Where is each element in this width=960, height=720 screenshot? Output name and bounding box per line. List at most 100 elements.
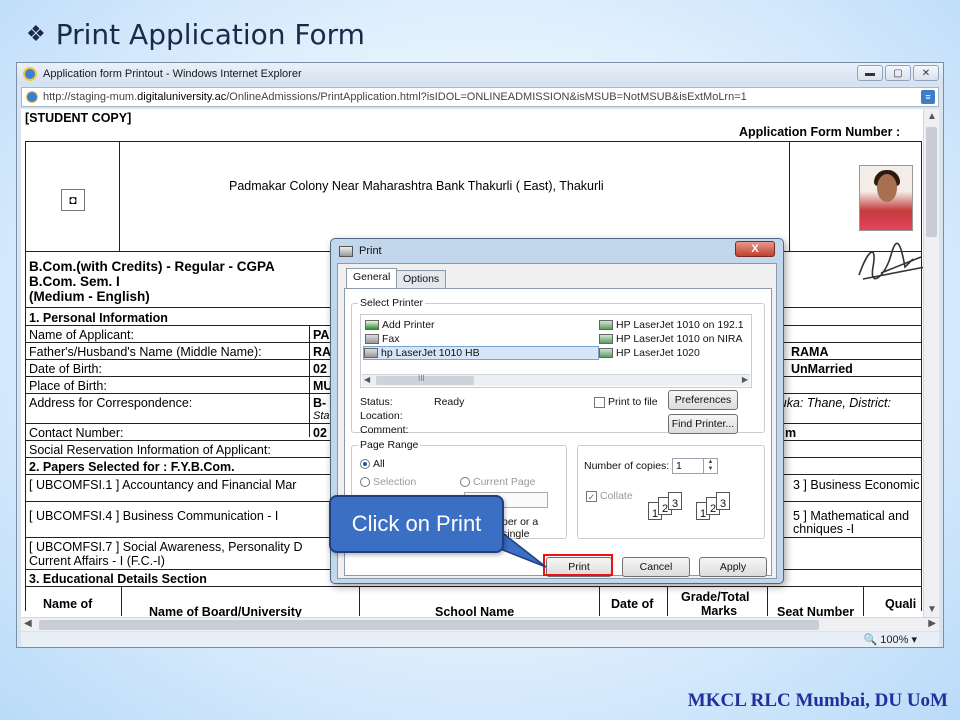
window-title: Application form Printout - Windows Inte… <box>43 68 302 80</box>
paper-row-2-right: 5 ] Mathematical and <box>793 509 910 523</box>
course-line2: B.Com. Sem. I <box>29 274 120 289</box>
paper-row-3-cont: Current Affairs - I (F.C.-I) <box>29 554 165 568</box>
collate-checkbox[interactable]: ✓ Collate <box>586 490 633 502</box>
comment-label: Comment: <box>360 424 409 436</box>
row-father-label: Father's/Husband's Name (Middle Name): <box>29 345 262 359</box>
list-scroll-left-icon[interactable]: ◀ <box>364 375 370 384</box>
select-printer-group: Select Printer Add Printer Fax hp LaserJ… <box>351 297 765 436</box>
scroll-up-icon[interactable]: ▲ <box>927 111 937 122</box>
location-label: Location: <box>360 410 403 422</box>
range-selection-radio[interactable]: Selection <box>360 476 416 488</box>
paper-row-3: [ UBCOMFSI.7 ] Social Awareness, Persona… <box>29 540 303 554</box>
page-range-label: Page Range <box>358 439 421 451</box>
range-all-radio[interactable]: All <box>360 458 385 470</box>
printer-item-add[interactable]: Add Printer <box>365 319 435 331</box>
row-contact-right: m <box>785 426 797 440</box>
status-bar: 🔍 100% ▾ <box>21 632 939 647</box>
printer-icon <box>339 245 353 257</box>
printer-item-hp1010-ip[interactable]: HP LaserJet 1010 on 192.1 <box>599 319 744 331</box>
window-controls: ▬ ▢ ✕ <box>857 65 939 81</box>
row-father-right: RAMA <box>791 345 829 359</box>
social-reservation-label: Social Reservation Information of Applic… <box>29 443 271 457</box>
slide-title-text: Print Application Form <box>55 17 365 51</box>
cancel-button[interactable]: Cancel <box>622 557 690 577</box>
copies-spinner-icon[interactable]: ▲ ▼ <box>703 459 717 473</box>
range-current-page-radio[interactable]: Current Page <box>460 476 535 488</box>
edu-header-seat: Seat Number <box>777 605 855 617</box>
row-pob-label: Place of Birth: <box>29 379 107 393</box>
copies-group: Number of copies: 1 ▲ ▼ ✓ Collate 1 2 3 1 … <box>577 445 765 539</box>
section-personal-info: 1. Personal Information <box>29 311 168 325</box>
apply-button[interactable]: Apply <box>699 557 767 577</box>
scroll-down-icon[interactable]: ▼ <box>927 604 937 615</box>
row-name-label: Name of Applicant: <box>29 328 134 342</box>
printer-item-fax[interactable]: Fax <box>365 333 400 345</box>
course-line3: (Medium - English) <box>29 289 150 304</box>
address-header: Padmakar Colony Near Maharashtra Bank Th… <box>229 179 604 193</box>
printer-item-hp1010-nira[interactable]: HP LaserJet 1010 on NIRA <box>599 333 742 345</box>
click-on-print-callout: Click on Print <box>329 495 504 553</box>
page-horizontal-scrollbar[interactable]: ◀ ▶ <box>21 617 939 631</box>
row-address-value: B- <box>313 396 327 410</box>
network-printer-icon <box>599 334 613 344</box>
horizontal-scroll-thumb[interactable] <box>39 620 819 630</box>
paper-row-2-right-cont: chniques -I <box>793 522 855 536</box>
row-address-right: luka: Thane, District: <box>777 396 891 410</box>
status-value: Ready <box>434 396 465 408</box>
row-contact-label: Contact Number: <box>29 426 124 440</box>
minimize-button[interactable]: ▬ <box>857 65 883 81</box>
tab-options[interactable]: Options <box>396 270 447 288</box>
address-bar[interactable]: http://staging-mum.digitaluniversity.ac/… <box>21 87 939 107</box>
zoom-control[interactable]: 🔍 100% ▾ <box>864 633 917 646</box>
printer-item-hp1020[interactable]: HP LaserJet 1020 <box>599 347 700 359</box>
tab-general[interactable]: General <box>346 268 398 289</box>
printer-icon <box>364 348 378 358</box>
edu-header-name: Name of <box>43 597 93 611</box>
select-printer-label: Select Printer <box>358 297 426 309</box>
section-papers: 2. Papers Selected for : F.Y.B.Com. <box>29 460 235 474</box>
slide-footer: MKCL RLC Mumbai, DU UoM <box>687 690 948 711</box>
page-favicon-icon <box>26 91 38 103</box>
network-printer-icon <box>599 320 613 330</box>
print-to-file-checkbox[interactable]: Print to file <box>594 396 658 408</box>
find-printer-button[interactable]: Find Printer... <box>668 414 738 434</box>
signature-image <box>858 242 926 280</box>
edu-header-quali: Quali <box>885 597 917 611</box>
printer-list[interactable]: Add Printer Fax hp LaserJet 1010 HB HP L… <box>360 314 752 388</box>
vertical-scroll-thumb[interactable] <box>926 127 937 237</box>
paper-row-2: [ UBCOMFSI.4 ] Business Communication - … <box>29 509 279 523</box>
edu-header-marks: Marks <box>701 604 738 617</box>
scroll-right-icon[interactable]: ▶ <box>928 618 936 629</box>
printer-list-scrollbar[interactable]: ◀ III ▶ <box>362 374 750 386</box>
dialog-close-button[interactable]: X <box>735 241 775 257</box>
list-scroll-right-icon[interactable]: ▶ <box>742 375 748 384</box>
row-contact-value: 02 <box>313 426 327 440</box>
paper-row-1: [ UBCOMFSI.1 ] Accountancy and Financial… <box>29 478 297 492</box>
print-dialog-titlebar: Print <box>339 245 382 257</box>
student-copy-label: [STUDENT COPY] <box>25 111 132 125</box>
logo-placeholder-icon: ◘ <box>61 189 85 211</box>
row-address-label: Address for Correspondence: <box>29 396 193 410</box>
row-dob-value: 02 <box>313 362 327 376</box>
status-label: Status: <box>360 396 393 408</box>
row-address-value-line2: Sta <box>313 410 330 422</box>
preferences-button[interactable]: Preferences <box>668 390 738 410</box>
paper-row-1-right: 3 ] Business Economic <box>793 478 920 492</box>
edu-header-grade: Grade/Total <box>681 590 750 604</box>
printer-list-scroll-thumb[interactable]: III <box>376 374 474 385</box>
applicant-photo <box>859 165 913 231</box>
close-window-button[interactable]: ✕ <box>913 65 939 81</box>
print-dialog-title: Print <box>359 245 382 257</box>
printer-item-hp1010hb[interactable]: hp LaserJet 1010 HB <box>363 346 599 360</box>
page-vertical-scrollbar[interactable]: ▲ ▼ <box>923 109 939 617</box>
edu-header-school: School Name <box>435 605 515 617</box>
ie-logo-icon <box>23 67 37 81</box>
url-text: http://staging-mum.digitaluniversity.ac/… <box>43 91 747 103</box>
compatibility-icon[interactable]: ≡ <box>921 90 935 104</box>
browser-titlebar: Application form Printout - Windows Inte… <box>17 63 943 85</box>
maximize-button[interactable]: ▢ <box>885 65 911 81</box>
copies-input[interactable]: 1 ▲ ▼ <box>672 458 718 474</box>
course-line1: B.Com.(with Credits) - Regular - CGPA <box>29 259 275 274</box>
scroll-left-icon[interactable]: ◀ <box>24 618 32 629</box>
network-printer-icon <box>599 348 613 358</box>
